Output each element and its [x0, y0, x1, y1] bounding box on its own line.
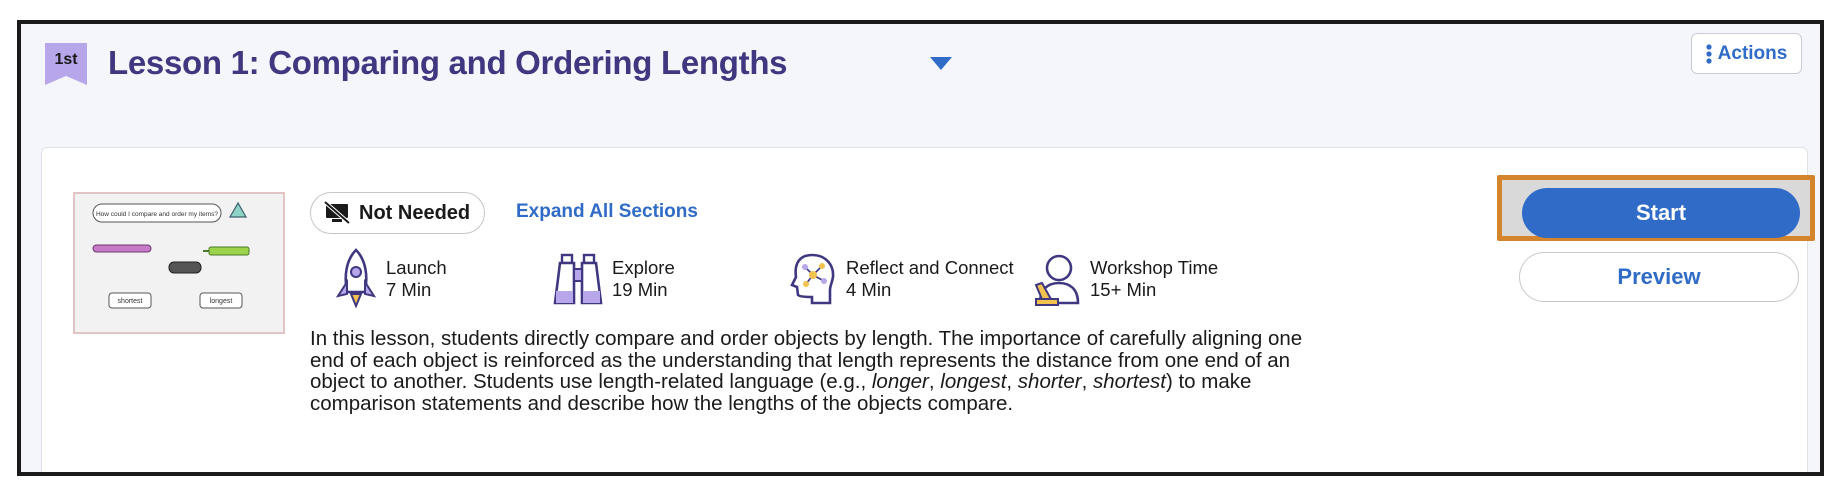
lesson-title: Lesson 1: Comparing and Ordering Lengths	[108, 44, 788, 81]
actions-label: Actions	[1717, 42, 1788, 64]
lesson-description: In this lesson, students directly compar…	[310, 328, 1330, 414]
start-button[interactable]: Start	[1522, 188, 1800, 238]
grade-badge-label: 1st	[54, 51, 78, 68]
start-highlight: Start	[1497, 175, 1815, 241]
lesson-panel: 1st Lesson 1: Comparing and Ordering Len…	[17, 20, 1824, 476]
slash-screen-icon	[323, 201, 351, 225]
kebab-menu-icon	[1706, 43, 1712, 64]
preview-button[interactable]: Preview	[1519, 252, 1799, 302]
actions-button[interactable]: Actions	[1691, 33, 1802, 74]
thumbnail-illustration: How could I compare and order my items? …	[92, 201, 250, 309]
phase-reflect-duration: 4 Min	[846, 279, 892, 300]
not-needed-badge: Not Needed	[310, 192, 486, 234]
phase-launch-name: Launch	[386, 257, 447, 278]
lesson-thumbnail[interactable]: How could I compare and order my items? …	[73, 192, 285, 334]
phase-explore: Explore 19 Min	[552, 248, 675, 310]
phase-workshop-name: Workshop Time	[1090, 257, 1219, 278]
expand-all-sections-link[interactable]: Expand All Sections	[516, 201, 698, 223]
thumbnail-question: How could I compare and order my items?	[96, 211, 218, 218]
person-icon	[1034, 254, 1080, 306]
phase-launch-duration: 7 Min	[386, 279, 432, 300]
phase-explore-duration: 19 Min	[612, 279, 668, 300]
binoculars-icon	[553, 253, 603, 305]
phase-workshop-time: Workshop Time 15+ Min	[1032, 248, 1218, 310]
lesson-card: How could I compare and order my items? …	[41, 147, 1815, 472]
not-needed-label: Not Needed	[359, 201, 471, 224]
chevron-down-icon[interactable]	[930, 57, 952, 71]
phase-launch: Launch 7 Min	[334, 248, 447, 310]
lesson-description-text: In this lesson, students directly compar…	[310, 327, 1303, 415]
phase-reflect-name: Reflect and Connect	[846, 257, 1014, 278]
head-network-icon	[790, 253, 835, 305]
rocket-icon	[335, 248, 377, 309]
phase-workshop-duration: 15+ Min	[1090, 279, 1157, 300]
phase-explore-name: Explore	[612, 257, 675, 278]
thumbnail-label-shortest: shortest	[118, 298, 143, 305]
phase-reflect-and-connect: Reflect and Connect 4 Min	[788, 248, 1014, 310]
thumbnail-label-longest: longest	[210, 298, 233, 305]
grade-badge: 1st	[45, 43, 87, 85]
